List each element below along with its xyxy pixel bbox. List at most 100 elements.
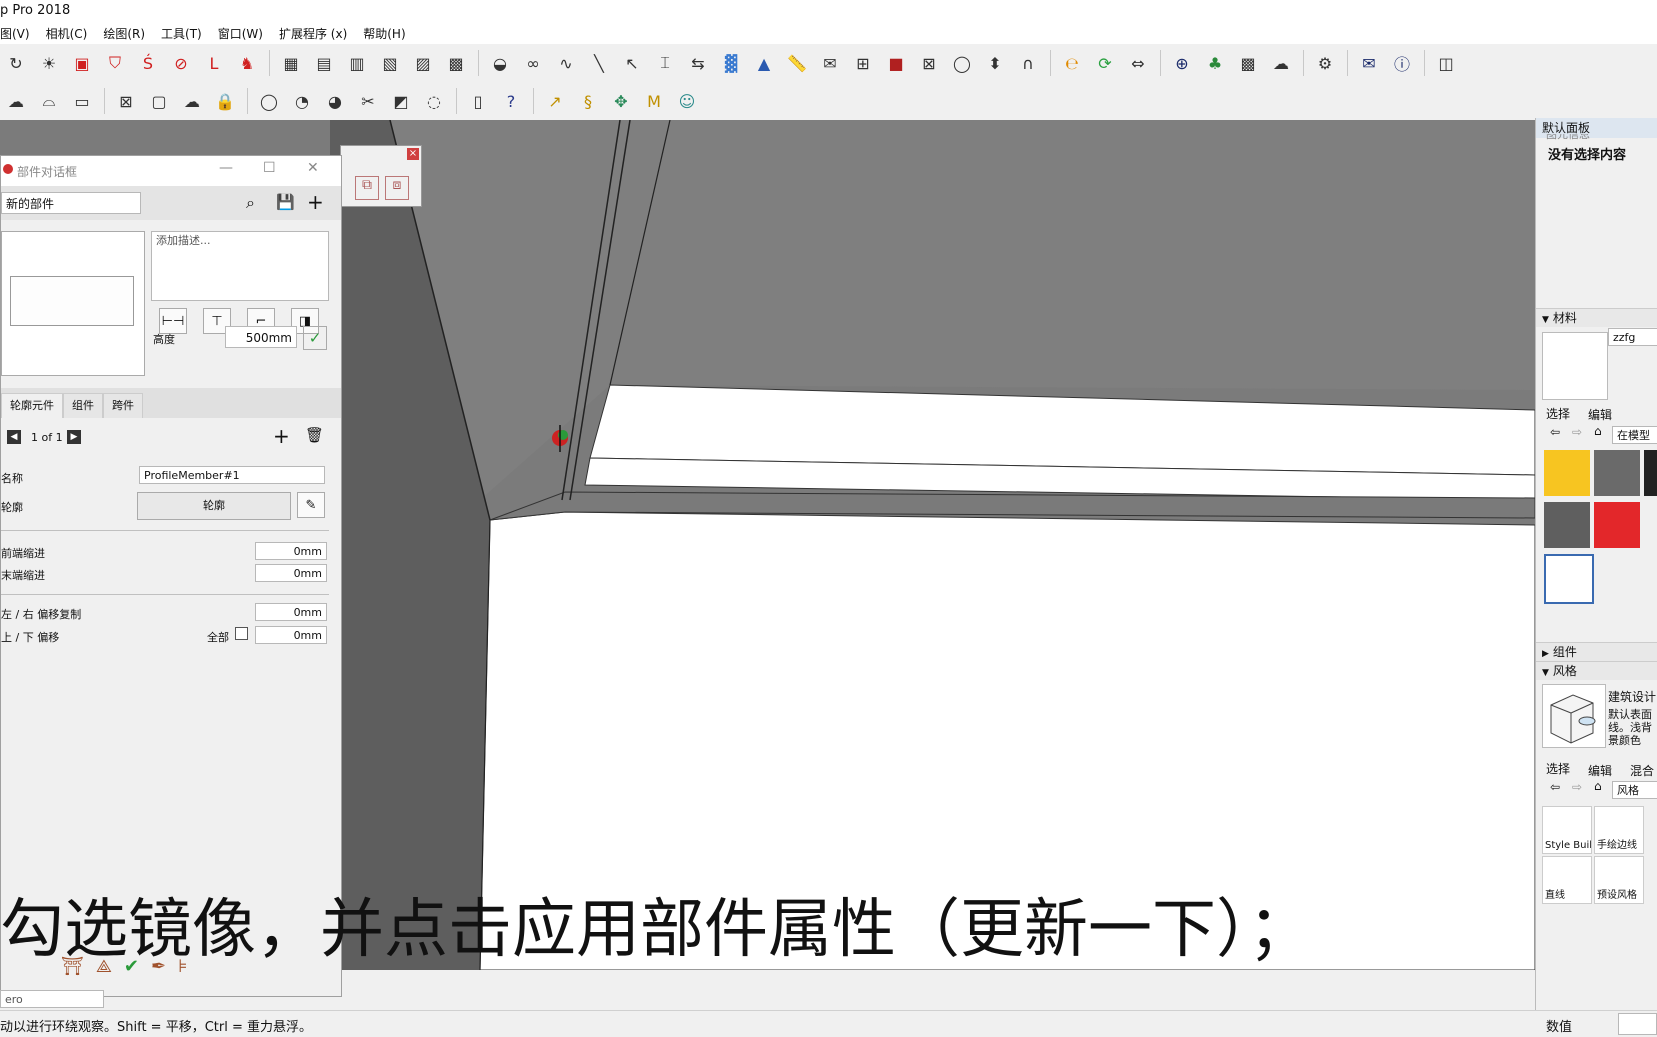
s-curve-icon[interactable]: § — [575, 88, 601, 114]
window-icon[interactable]: ⊠ — [113, 88, 139, 114]
add-sphere-icon[interactable]: ◔ — [289, 88, 315, 114]
menu-window[interactable]: 窗口(W) — [218, 25, 263, 42]
move-arrows-icon[interactable]: ✥ — [608, 88, 634, 114]
description-input[interactable]: 添加描述... — [151, 231, 329, 301]
line-icon[interactable]: ╲ — [586, 50, 612, 76]
sphere-icon[interactable]: ◯ — [256, 88, 282, 114]
menu-tools[interactable]: 工具(T) — [161, 25, 202, 42]
menu-help[interactable]: 帮助(H) — [363, 25, 405, 42]
material-name-input[interactable]: zzfg — [1608, 328, 1657, 346]
no-icon[interactable]: ⊘ — [168, 50, 194, 76]
layer-field[interactable]: ero — [0, 990, 104, 1008]
cloud-icon[interactable]: ☁ — [3, 88, 29, 114]
maximize-icon[interactable]: ☐ — [263, 160, 276, 176]
style-collection-dropdown[interactable]: 风格 — [1612, 781, 1657, 799]
s-icon[interactable]: Ś — [135, 50, 161, 76]
gear-icon[interactable]: ⚙ — [1312, 50, 1338, 76]
tab-span[interactable]: 跨件 — [103, 393, 143, 418]
style-edit-tab[interactable]: 编辑 — [1588, 762, 1612, 779]
pillar-icon[interactable]: ▯ — [465, 88, 491, 114]
photo-icon[interactable]: ▢ — [146, 88, 172, 114]
close-icon[interactable]: ✕ — [307, 160, 319, 176]
next-page-icon[interactable]: ▶ — [67, 430, 81, 444]
layer-icon[interactable]: ◩ — [388, 88, 414, 114]
plus-icon[interactable]: ⊕ — [1169, 50, 1195, 76]
delete-icon[interactable]: 🗑 — [305, 426, 324, 444]
envelope-icon[interactable]: ✉ — [817, 50, 843, 76]
dimension-icon[interactable]: ⌶ — [652, 50, 678, 76]
prev-page-icon[interactable]: ◀ — [7, 430, 21, 444]
measurements-input[interactable] — [1618, 1013, 1657, 1035]
cloud-icon[interactable]: ☁ — [1268, 50, 1294, 76]
menu-view[interactable]: 图(V) — [0, 25, 30, 42]
box1-icon[interactable]: ▤ — [311, 50, 337, 76]
style-mix-tab[interactable]: 混合 — [1630, 762, 1654, 779]
material-collection-dropdown[interactable]: 在模型 — [1612, 426, 1657, 444]
mail-icon[interactable]: ✉ — [1356, 50, 1382, 76]
hat-icon[interactable]: ⌓ — [36, 88, 62, 114]
lr-offset-input[interactable]: 0mm — [255, 603, 327, 621]
height-input[interactable]: 500mm — [225, 326, 297, 348]
material-swatch[interactable] — [1594, 502, 1640, 548]
sphere-icon[interactable]: ◯ — [949, 50, 975, 76]
rbc-icon[interactable]: ▣ — [69, 50, 95, 76]
tree-icon[interactable]: ♣ — [1202, 50, 1228, 76]
member-tool-icon[interactable]: ⧉ — [355, 176, 379, 200]
cursor-icon[interactable]: ↖ — [619, 50, 645, 76]
forward-arrow-icon[interactable]: ⇨ — [1572, 780, 1582, 794]
box3-icon[interactable]: ▧ — [377, 50, 403, 76]
materials-section-header[interactable]: ▼ 材料 — [1536, 308, 1657, 327]
style-thumb[interactable]: 手绘边线 — [1594, 806, 1644, 854]
fog-icon[interactable]: ◌ — [421, 88, 447, 114]
home-icon[interactable]: ⌂ — [1594, 779, 1602, 793]
start-offset-input[interactable]: 0mm — [255, 542, 327, 560]
cube-icon[interactable]: ■ — [883, 50, 909, 76]
member-edit-icon[interactable]: ⧈ — [385, 176, 409, 200]
shell-icon[interactable]: ◒ — [487, 50, 513, 76]
loop-icon[interactable]: ∞ — [520, 50, 546, 76]
styles-section-header[interactable]: ▼ 风格 — [1536, 661, 1657, 680]
forward-arrow-icon[interactable]: ⇨ — [1572, 425, 1582, 439]
back-arrow-icon[interactable]: ⇦ — [1550, 425, 1560, 439]
all-checkbox[interactable] — [235, 627, 248, 640]
window-icon[interactable]: ⊠ — [916, 50, 942, 76]
material-swatch[interactable] — [1644, 450, 1657, 496]
box5-icon[interactable]: ▩ — [443, 50, 469, 76]
wave-icon[interactable]: ∩ — [1015, 50, 1041, 76]
minimize-icon[interactable]: — — [219, 160, 233, 176]
ruler-icon[interactable]: 📏 — [784, 50, 810, 76]
style-thumb[interactable]: 预设风格 — [1594, 856, 1644, 904]
boxes-icon[interactable]: ▦ — [278, 50, 304, 76]
end-offset-input[interactable]: 0mm — [255, 564, 327, 582]
person-icon[interactable]: ☺ — [674, 88, 700, 114]
material-select-tab[interactable]: 选择 — [1546, 405, 1570, 422]
ud-offset-input[interactable]: 0mm — [255, 626, 327, 644]
push-icon[interactable]: ⬍ — [982, 50, 1008, 76]
help-icon[interactable]: ? — [498, 88, 524, 114]
menu-draw[interactable]: 绘图(R) — [103, 25, 145, 42]
move-icon[interactable]: ⇔ — [1125, 50, 1151, 76]
cloud2-icon[interactable]: ☁ — [179, 88, 205, 114]
orbit-icon[interactable]: ↻ — [3, 50, 29, 76]
member-name-input[interactable]: ProfileMember#1 — [139, 466, 325, 484]
material-swatch[interactable] — [1544, 554, 1594, 604]
gradient-icon[interactable]: ▓ — [718, 50, 744, 76]
s4u-icon[interactable]: ▲ — [751, 50, 777, 76]
shield-icon[interactable]: ⛉ — [102, 50, 128, 76]
add-member-icon[interactable]: + — [273, 424, 290, 448]
tab-profile-member[interactable]: 轮廓元件 — [1, 393, 63, 418]
arrow-icon[interactable]: ⇆ — [685, 50, 711, 76]
style-thumb[interactable]: Style Buil — [1542, 806, 1592, 854]
home-icon[interactable]: ⌂ — [1594, 424, 1602, 438]
e-icon[interactable]: ℮ — [1059, 50, 1085, 76]
add-icon[interactable]: + — [307, 190, 324, 214]
material-edit-tab[interactable]: 编辑 — [1588, 406, 1612, 423]
tab-component[interactable]: 组件 — [63, 393, 103, 418]
light-icon[interactable]: ☀ — [36, 50, 62, 76]
style-select-tab[interactable]: 选择 — [1546, 760, 1570, 777]
profile-button[interactable]: 轮廓 — [137, 492, 291, 520]
refresh-icon[interactable]: ⟳ — [1092, 50, 1118, 76]
curve-icon[interactable]: ∿ — [553, 50, 579, 76]
checker-icon[interactable]: ▩ — [1235, 50, 1261, 76]
components-section-header[interactable]: ▶ 组件 — [1536, 642, 1657, 661]
